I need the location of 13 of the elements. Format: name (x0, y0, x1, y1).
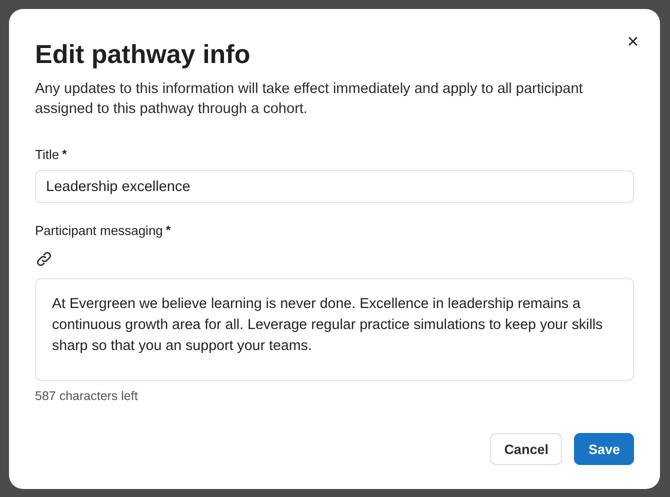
title-input[interactable]: Leadership excellence (35, 170, 634, 203)
close-button[interactable]: × (622, 31, 644, 53)
message-field[interactable]: At Evergreen we believe learning is never done. Excellence in leadership remains a continuous growth area for all. Leverage regular practice simulations to keep your skills sharp so that you an support your teams. (35, 278, 634, 381)
field-label: Title (35, 147, 60, 162)
link-icon[interactable] (35, 250, 53, 268)
save-button[interactable]: Save (574, 433, 634, 465)
cancel-button[interactable]: Cancel (490, 433, 562, 465)
required-mark: * (62, 147, 67, 162)
dialog-description: Any updates to this information will take effect immediately and apply to all participant assigned to this pathway through a cohort. (35, 80, 584, 119)
field-label: Participant messaging (35, 223, 163, 238)
character-count: 587 characters left (35, 389, 139, 403)
required-mark: * (166, 223, 171, 238)
dialog-title: Edit pathway info (35, 39, 252, 69)
